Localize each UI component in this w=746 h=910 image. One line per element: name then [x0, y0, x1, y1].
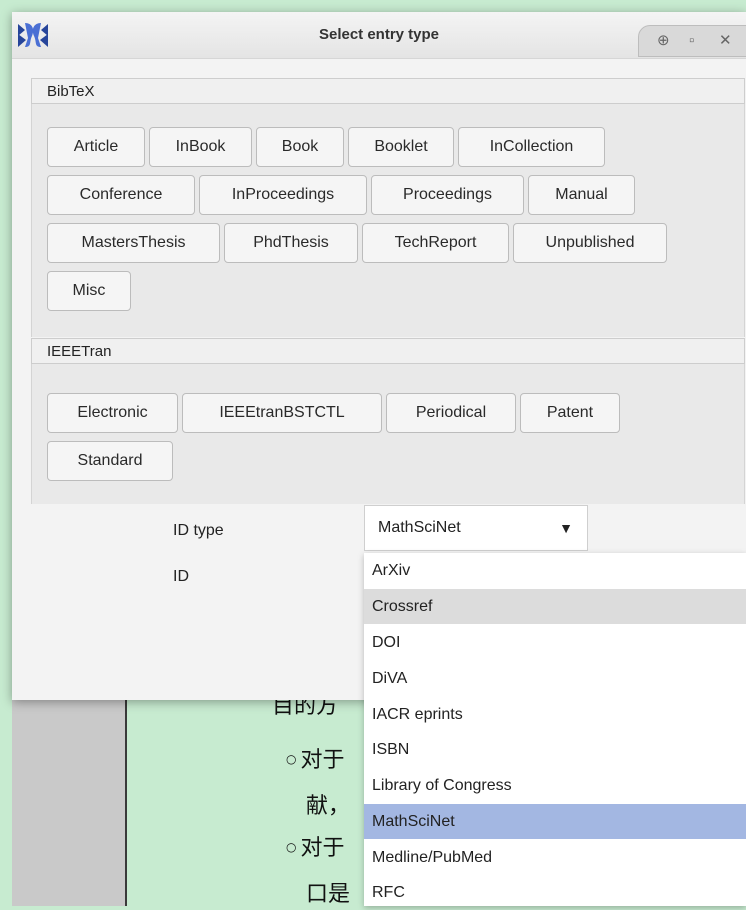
entry-type-button[interactable]: MastersThesis — [47, 223, 220, 263]
entry-type-button[interactable]: InProceedings — [199, 175, 367, 215]
dropdown-option[interactable]: DOI — [364, 625, 746, 660]
entry-type-button[interactable]: InBook — [149, 127, 252, 167]
id-type-select[interactable]: MathSciNet ▼ — [364, 505, 588, 551]
entry-type-button[interactable]: IEEEtranBSTCTL — [182, 393, 382, 433]
restore-icon[interactable]: ⊕ — [657, 32, 670, 50]
entry-type-button[interactable]: Misc — [47, 271, 131, 311]
entry-type-button[interactable]: Book — [256, 127, 344, 167]
close-icon[interactable]: ✕ — [719, 32, 732, 50]
dropdown-option[interactable]: IACR eprints — [364, 697, 746, 732]
section-body-bibtex: Article InBook Book Booklet InCollection… — [31, 104, 745, 337]
background-doc-margin — [12, 700, 125, 906]
window-controls: ⊕ ▫ ✕ — [638, 25, 746, 57]
id-type-label: ID type — [173, 522, 224, 539]
dropdown-option[interactable]: RFC — [364, 875, 746, 910]
id-type-dropdown-list: ArXiv Crossref DOI DiVA IACR eprints ISB… — [364, 553, 746, 906]
entry-type-button[interactable]: Proceedings — [371, 175, 524, 215]
dropdown-option-selected[interactable]: MathSciNet — [364, 804, 746, 839]
background-doc-border — [125, 700, 127, 906]
background-doc-line: 献， — [306, 794, 351, 819]
entry-type-button[interactable]: PhdThesis — [224, 223, 358, 263]
dropdown-option[interactable]: ISBN — [364, 732, 746, 767]
entry-type-button[interactable]: Electronic — [47, 393, 178, 433]
entry-type-button[interactable]: Patent — [520, 393, 620, 433]
chevron-down-icon: ▼ — [559, 520, 573, 536]
entry-type-button[interactable]: Conference — [47, 175, 195, 215]
background-doc-line: ○ 对于 — [286, 748, 345, 773]
section-header-ieeetran: IEEETran — [31, 338, 745, 364]
entry-type-button[interactable]: Booklet — [348, 127, 454, 167]
dialog-title: Select entry type — [318, 26, 440, 43]
background-doc-line: 口是 — [306, 882, 351, 907]
dropdown-option[interactable]: ArXiv — [364, 553, 746, 588]
entry-type-button[interactable]: Periodical — [386, 393, 516, 433]
dropdown-option[interactable]: Medline/PubMed — [364, 840, 746, 875]
entry-type-button[interactable]: Article — [47, 127, 145, 167]
section-body-ieeetran: Electronic IEEEtranBSTCTL Periodical Pat… — [31, 364, 745, 504]
background-doc-line: ○ 对于 — [286, 836, 345, 861]
dropdown-option[interactable]: DiVA — [364, 661, 746, 696]
title-bar[interactable]: Select entry type ⊕ ▫ ✕ — [12, 12, 746, 59]
entry-type-button[interactable]: Manual — [528, 175, 635, 215]
entry-type-button[interactable]: InCollection — [458, 127, 605, 167]
entry-type-button[interactable]: Unpublished — [513, 223, 667, 263]
dropdown-option[interactable]: Crossref — [364, 589, 746, 624]
id-label: ID — [173, 568, 189, 585]
entry-type-button[interactable]: Standard — [47, 441, 173, 481]
maximize-icon[interactable]: ▫ — [689, 32, 694, 50]
id-type-value: MathSciNet — [378, 519, 461, 536]
section-header-bibtex: BibTeX — [31, 78, 745, 104]
dropdown-option[interactable]: Library of Congress — [364, 768, 746, 803]
entry-type-button[interactable]: TechReport — [362, 223, 509, 263]
